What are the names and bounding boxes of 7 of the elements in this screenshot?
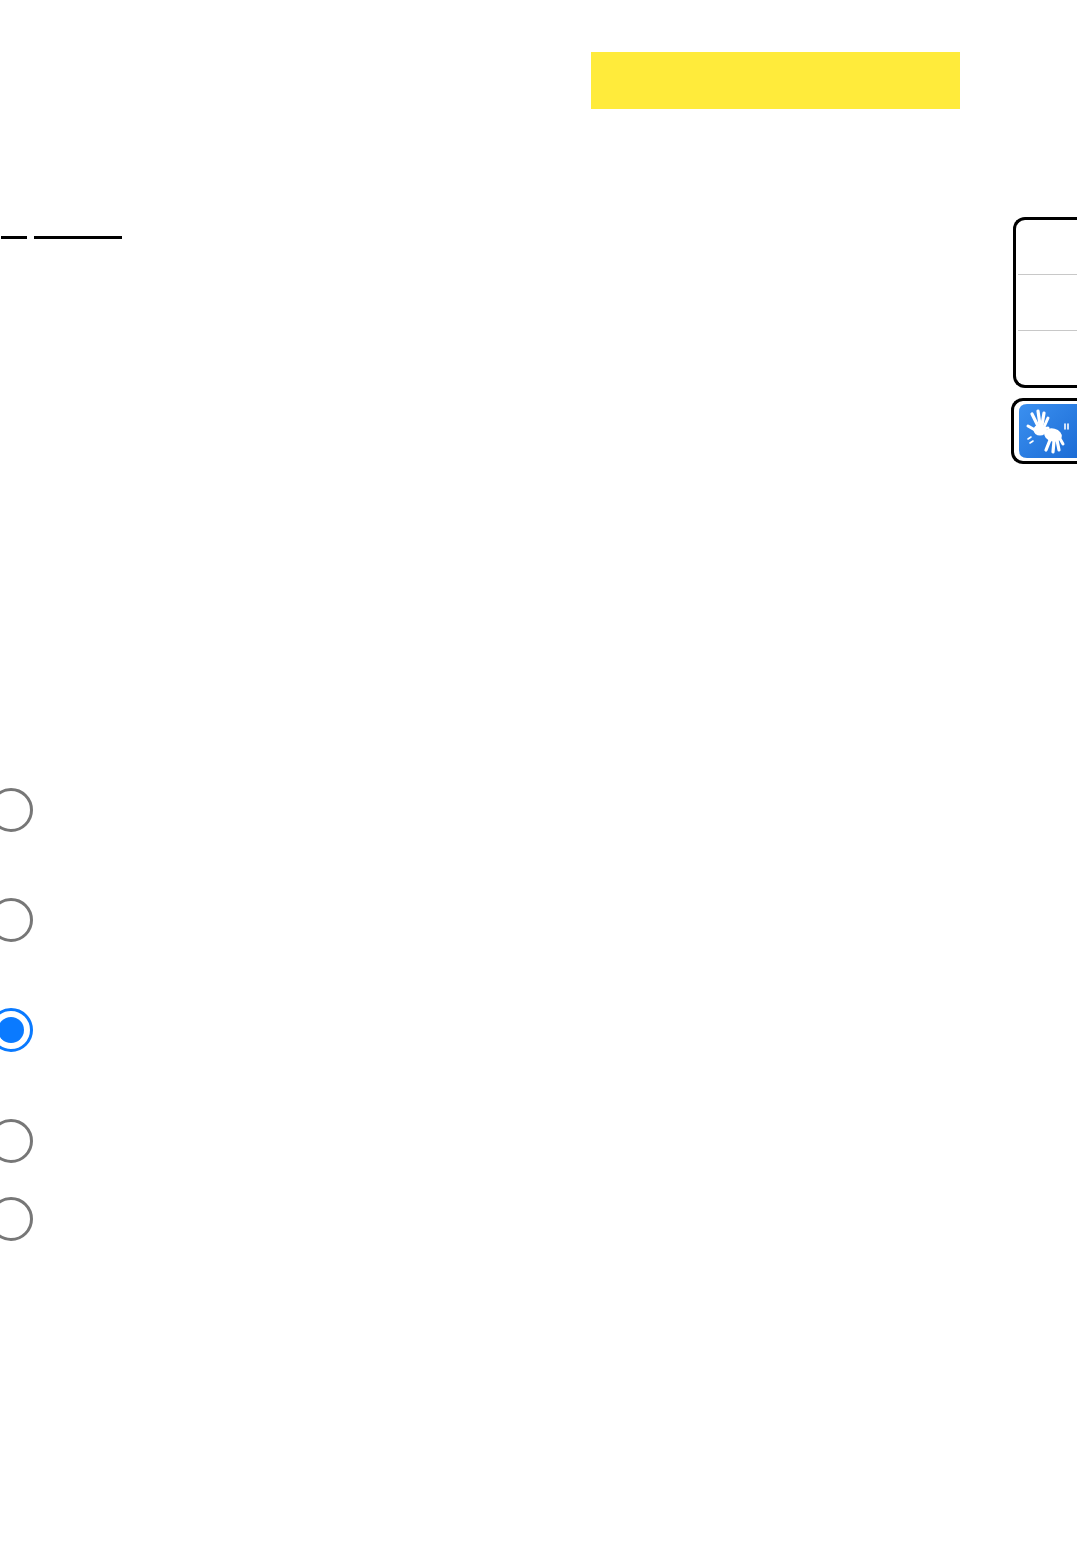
radio-button[interactable] bbox=[0, 1007, 34, 1053]
radio-button[interactable] bbox=[0, 897, 34, 943]
radio-button[interactable] bbox=[0, 1196, 34, 1242]
radio-button[interactable] bbox=[0, 787, 34, 833]
sign-language-button[interactable] bbox=[1011, 398, 1077, 464]
hands-icon bbox=[1019, 404, 1077, 458]
radio-button[interactable] bbox=[0, 1118, 34, 1164]
